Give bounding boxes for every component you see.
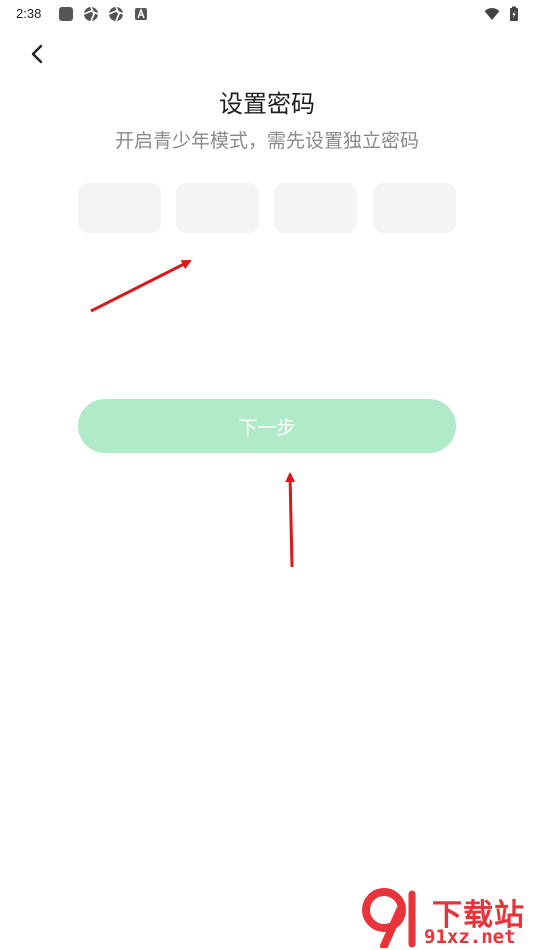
battery-charging-icon bbox=[506, 6, 522, 22]
back-button[interactable] bbox=[20, 36, 56, 72]
wifi-icon bbox=[484, 6, 500, 22]
pin-box-3[interactable] bbox=[274, 183, 357, 233]
aperture-icon bbox=[83, 6, 99, 22]
page-subtitle: 开启青少年模式，需先设置独立密码 bbox=[114, 130, 419, 152]
watermark-url: 91xz.net bbox=[424, 926, 516, 948]
pin-box-1[interactable] bbox=[78, 183, 161, 233]
annotation-arrow-button bbox=[285, 472, 296, 568]
aperture-icon bbox=[108, 6, 124, 22]
status-bar: 2:38 bbox=[0, 0, 534, 28]
watermark-logo-icon bbox=[362, 888, 416, 948]
a-badge-icon bbox=[133, 6, 149, 22]
pin-box-2[interactable] bbox=[176, 183, 259, 233]
pin-box-4[interactable] bbox=[373, 183, 456, 233]
next-button[interactable]: 下一步 bbox=[78, 399, 456, 453]
watermark: 下载站 91xz.net bbox=[362, 888, 534, 950]
page-title: 设置密码 bbox=[219, 90, 315, 118]
annotation-arrow-pin bbox=[90, 259, 192, 313]
status-time: 2:38 bbox=[16, 6, 42, 21]
app-square-icon bbox=[58, 6, 74, 22]
pin-input[interactable] bbox=[78, 183, 456, 233]
chevron-left-icon bbox=[31, 44, 43, 64]
